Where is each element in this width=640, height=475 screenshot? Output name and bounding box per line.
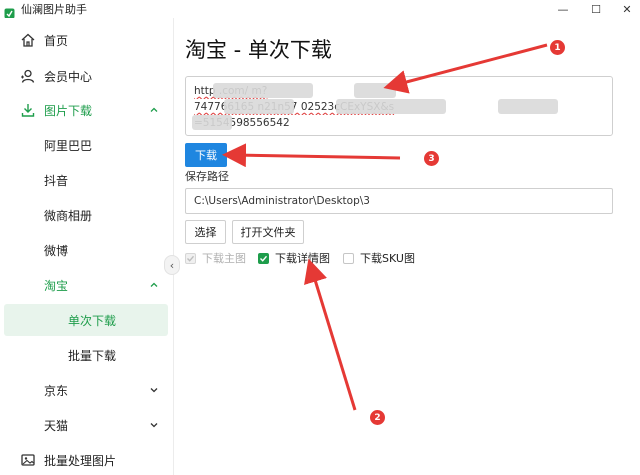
sidebar-item-douyin[interactable]: 抖音	[0, 164, 174, 196]
download-main-image-checkbox[interactable]: 下载主图	[185, 250, 246, 266]
app-logo-icon	[4, 4, 15, 18]
main-panel: 淘宝 - 单次下载 http .com/ m? 747766165 n21n57…	[175, 18, 640, 475]
sidebar-item-label: 天猫	[44, 418, 69, 433]
image-icon	[20, 452, 36, 468]
sidebar-item-weibo[interactable]: 微博	[0, 234, 174, 266]
download-sku-image-checkbox[interactable]: 下载SKU图	[343, 250, 415, 266]
checkbox-checked-disabled-icon	[185, 252, 196, 264]
sidebar-item-home[interactable]: 首页	[0, 24, 174, 56]
sidebar-item-label: 批量处理图片	[44, 453, 117, 468]
sidebar-item-label: 京东	[44, 383, 69, 398]
app-window: 仙澜图片助手 — ☐ ✕ 首页 会员中心 图片下载 阿里巴巴 抖音 微商相册 微…	[0, 0, 640, 475]
download-icon	[20, 102, 36, 118]
sidebar-item-jd[interactable]: 京东	[0, 374, 174, 406]
chevron-down-icon	[148, 419, 160, 431]
sidebar-item-label: 阿里巴巴	[44, 138, 93, 153]
sidebar-item-batch-process-images[interactable]: 批量处理图片	[0, 444, 174, 475]
choose-button[interactable]: 选择	[185, 220, 226, 244]
redaction-blur	[192, 115, 232, 130]
checkbox-label: 下载SKU图	[360, 252, 415, 265]
sidebar-item-label: 批量下载	[68, 348, 117, 363]
save-path-field[interactable]: C:\Users\Administrator\Desktop\3	[185, 188, 613, 214]
save-path-label: 保存路径	[185, 170, 229, 183]
sidebar-item-label: 抖音	[44, 173, 69, 188]
sidebar-item-alibaba[interactable]: 阿里巴巴	[0, 129, 174, 161]
title-bar: 仙澜图片助手 — ☐ ✕	[0, 0, 640, 18]
sidebar-item-tmall[interactable]: 天猫	[0, 409, 174, 441]
sidebar-item-label: 首页	[44, 33, 69, 48]
minimize-button[interactable]: —	[548, 0, 578, 18]
download-detail-image-checkbox[interactable]: 下载详情图	[258, 250, 330, 266]
sidebar-item-member-center[interactable]: 会员中心	[0, 60, 174, 92]
user-icon	[20, 68, 36, 84]
home-icon	[20, 32, 36, 48]
checkbox-checked-icon	[258, 252, 269, 264]
sidebar-item-label: 图片下载	[44, 103, 93, 118]
sidebar: 首页 会员中心 图片下载 阿里巴巴 抖音 微商相册 微博 淘宝 单次下载 批量下…	[0, 18, 174, 475]
url-textarea[interactable]: http .com/ m? 747766165 n21n57 02523cCEx…	[185, 76, 613, 136]
checkbox-label: 下载主图	[202, 252, 246, 265]
url-line: =5154598556542	[194, 117, 290, 129]
redaction-blur	[354, 83, 396, 98]
page-title: 淘宝 - 单次下载	[185, 38, 332, 62]
chevron-up-icon	[148, 279, 160, 291]
sidebar-item-label: 单次下载	[68, 313, 117, 328]
close-button[interactable]: ✕	[612, 0, 640, 18]
sidebar-item-batch-download[interactable]: 批量下载	[0, 339, 174, 371]
sidebar-item-image-download[interactable]: 图片下载	[0, 94, 174, 126]
maximize-button[interactable]: ☐	[581, 0, 611, 18]
sidebar-item-taobao[interactable]: 淘宝	[0, 269, 174, 301]
chevron-up-icon	[148, 104, 160, 116]
sidebar-item-label: 微博	[44, 243, 69, 258]
redaction-blur	[224, 99, 294, 114]
sidebar-item-weishang-album[interactable]: 微商相册	[0, 199, 174, 231]
sidebar-item-single-download[interactable]: 单次下载	[4, 304, 168, 336]
redaction-blur	[213, 83, 313, 98]
download-button[interactable]: 下载	[185, 143, 227, 167]
app-title: 仙澜图片助手	[21, 3, 87, 16]
redaction-blur	[336, 99, 446, 114]
open-folder-button[interactable]: 打开文件夹	[232, 220, 304, 244]
checkbox-label: 下载详情图	[275, 252, 330, 265]
sidebar-item-label: 会员中心	[44, 69, 93, 84]
sidebar-item-label: 微商相册	[44, 208, 93, 223]
redaction-blur	[498, 99, 558, 114]
checkbox-unchecked-icon	[343, 252, 354, 264]
chevron-down-icon	[148, 384, 160, 396]
sidebar-item-label: 淘宝	[44, 278, 69, 293]
save-path-value: C:\Users\Administrator\Desktop\3	[194, 195, 370, 207]
